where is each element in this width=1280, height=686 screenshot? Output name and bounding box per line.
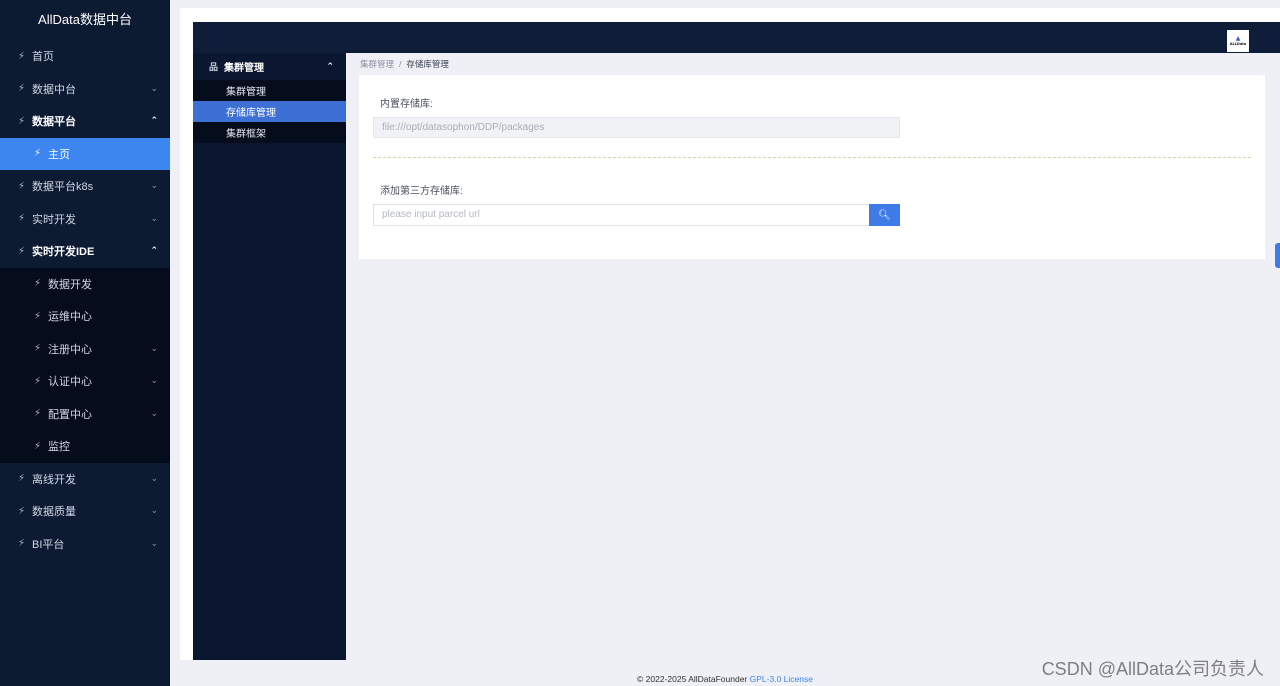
bolt-icon: ⚡︎ bbox=[34, 278, 42, 290]
main-sidebar: AllData数据中台 ⚡︎ 首页 ⚡︎ 数据中台 ⌄ ⚡︎ 数据平台 ⌃ ⚡︎ 主页 ⚡︎ 数据平台… bbox=[0, 0, 170, 686]
main-area: 集群管理 / 存储库管理 内置存储库: file:///opt/datasoph… bbox=[346, 53, 1280, 660]
breadcrumb-parent[interactable]: 集群管理 bbox=[360, 58, 394, 70]
sidebar-item[interactable]: ⚡︎ 主页 bbox=[0, 137, 170, 170]
search-icon: 🔍︎ bbox=[878, 209, 891, 221]
sidebar-item-label: 数据开发 bbox=[48, 278, 92, 291]
bolt-icon: ⚡︎ bbox=[34, 408, 42, 420]
cluster-icon: 品 bbox=[209, 63, 219, 73]
parcel-url-input[interactable]: please input parcel url bbox=[373, 204, 870, 226]
chevron-down-icon: ⌄ bbox=[150, 538, 158, 549]
chevron-down-icon: ⌄ bbox=[150, 376, 158, 387]
chevron-down-icon: ⌄ bbox=[150, 213, 158, 224]
sidebar-item-label: 数据质量 bbox=[32, 506, 76, 519]
bolt-icon: ⚡︎ bbox=[34, 310, 42, 322]
cluster-subnav: 品 集群管理 ⌃ 集群管理 存储库管理 集群框架 bbox=[193, 53, 346, 660]
subnav-item[interactable]: 集群框架 bbox=[193, 122, 346, 143]
sidebar-item-label: BI平台 bbox=[32, 538, 65, 551]
bolt-icon: ⚡︎ bbox=[34, 440, 42, 452]
sidebar-item-label: 运维中心 bbox=[48, 311, 92, 324]
subnav-group-cluster[interactable]: 品 集群管理 ⌃ bbox=[193, 53, 346, 80]
sidebar-item-label: 数据平台k8s bbox=[32, 181, 94, 194]
bolt-icon: ⚡︎ bbox=[18, 213, 26, 225]
sidebar-item[interactable]: ⚡︎ 首页 bbox=[0, 40, 170, 73]
sidebar-item[interactable]: ⚡︎ 注册中心 ⌄ bbox=[0, 332, 170, 365]
bolt-icon: ⚡︎ bbox=[18, 83, 26, 95]
repo-card: 内置存储库: file:///opt/datasophon/DDP/packag… bbox=[359, 75, 1265, 259]
bolt-icon: ⚡︎ bbox=[34, 343, 42, 355]
sidebar-item-label: 实时开发 bbox=[32, 213, 76, 226]
bolt-icon: ⚡︎ bbox=[18, 473, 26, 485]
section-divider bbox=[373, 157, 1251, 158]
breadcrumb: 集群管理 / 存储库管理 bbox=[360, 58, 449, 70]
sidebar-item-label: 数据中台 bbox=[32, 83, 76, 96]
sidebar-item-label: 离线开发 bbox=[32, 473, 76, 486]
bolt-icon: ⚡︎ bbox=[18, 245, 26, 257]
chevron-down-icon: ⌄ bbox=[150, 473, 158, 484]
license-link[interactable]: GPL-3.0 License bbox=[750, 674, 813, 684]
sidebar-item[interactable]: ⚡︎ 配置中心 ⌄ bbox=[0, 397, 170, 430]
sidebar-nav: ⚡︎ 首页 ⚡︎ 数据中台 ⌄ ⚡︎ 数据平台 ⌃ ⚡︎ 主页 ⚡︎ 数据平台k8s ⌄ ⚡︎ 实时开发 ⌄ ⚡… bbox=[0, 40, 170, 560]
chevron-down-icon: ⌄ bbox=[150, 83, 158, 94]
side-handle[interactable] bbox=[1275, 243, 1280, 268]
subnav-item[interactable]: 存储库管理 bbox=[193, 101, 346, 122]
sidebar-item-label: 实时开发IDE bbox=[32, 246, 95, 259]
bolt-icon: ⚡︎ bbox=[34, 148, 42, 160]
watermark: CSDN @AllData公司负责人 bbox=[1041, 659, 1264, 679]
sidebar-item-label: 注册中心 bbox=[48, 343, 92, 356]
chevron-up-icon: ⌃ bbox=[326, 61, 334, 72]
footer-copyright: © 2022-2025 AllDataFounder bbox=[637, 674, 748, 684]
builtin-repo-field: file:///opt/datasophon/DDP/packages bbox=[373, 117, 900, 138]
sidebar-item[interactable]: ⚡︎ 数据平台k8s ⌄ bbox=[0, 170, 170, 203]
breadcrumb-current: 存储库管理 bbox=[406, 59, 449, 69]
bolt-icon: ⚡︎ bbox=[18, 115, 26, 127]
sidebar-item[interactable]: ⚡︎ 认证中心 ⌄ bbox=[0, 365, 170, 398]
app-logo[interactable]: ▲ ALLData bbox=[1227, 30, 1249, 52]
chevron-up-icon: ⌃ bbox=[150, 116, 158, 127]
chevron-up-icon: ⌃ bbox=[150, 246, 158, 257]
bolt-icon: ⚡︎ bbox=[18, 505, 26, 517]
sidebar-item-label: 配置中心 bbox=[48, 408, 92, 421]
thirdparty-repo-label: 添加第三方存储库: bbox=[380, 186, 463, 197]
sidebar-item-label: 数据平台 bbox=[32, 116, 76, 129]
bolt-icon: ⚡︎ bbox=[18, 50, 26, 62]
sidebar-item[interactable]: ⚡︎ 运维中心 bbox=[0, 300, 170, 333]
subnav-group-label: 集群管理 bbox=[224, 63, 265, 74]
logo-triangle-icon: ▲ bbox=[1235, 35, 1241, 42]
brand-title: AllData数据中台 bbox=[38, 12, 132, 27]
bolt-icon: ⚡︎ bbox=[18, 538, 26, 550]
sidebar-item-label: 首页 bbox=[32, 51, 54, 64]
sidebar-item[interactable]: ⚡︎ 实时开发IDE ⌃ bbox=[0, 235, 170, 268]
sidebar-item[interactable]: ⚡︎ 数据平台 ⌃ bbox=[0, 105, 170, 138]
sidebar-item-label: 主页 bbox=[48, 148, 70, 161]
sidebar-item-label: 认证中心 bbox=[48, 376, 92, 389]
chevron-down-icon: ⌄ bbox=[150, 343, 158, 354]
subnav-item[interactable]: 集群管理 bbox=[193, 80, 346, 101]
breadcrumb-separator: / bbox=[399, 59, 402, 69]
sidebar-item[interactable]: ⚡︎ 数据中台 ⌄ bbox=[0, 73, 170, 106]
builtin-repo-label: 内置存储库: bbox=[380, 99, 433, 110]
sidebar-item[interactable]: ⚡︎ 数据质量 ⌄ bbox=[0, 495, 170, 528]
sidebar-item[interactable]: ⚡︎ 监控 bbox=[0, 430, 170, 463]
subnav-items: 集群管理 存储库管理 集群框架 bbox=[193, 80, 346, 143]
chevron-down-icon: ⌄ bbox=[150, 506, 158, 517]
chevron-down-icon: ⌄ bbox=[150, 408, 158, 419]
logo-text: ALLData bbox=[1229, 42, 1247, 46]
sidebar-item[interactable]: ⚡︎ BI平台 ⌄ bbox=[0, 528, 170, 561]
sidebar-item[interactable]: ⚡︎ 离线开发 ⌄ bbox=[0, 463, 170, 496]
bolt-icon: ⚡︎ bbox=[18, 180, 26, 192]
sidebar-item[interactable]: ⚡︎ 实时开发 ⌄ bbox=[0, 203, 170, 236]
top-bar: ▲ ALLData bbox=[193, 22, 1280, 53]
sidebar-item[interactable]: ⚡︎ 数据开发 bbox=[0, 267, 170, 300]
chevron-down-icon: ⌄ bbox=[150, 181, 158, 192]
search-button[interactable]: 🔍︎ bbox=[869, 204, 900, 226]
bolt-icon: ⚡︎ bbox=[34, 375, 42, 387]
sidebar-item-label: 监控 bbox=[48, 441, 70, 454]
